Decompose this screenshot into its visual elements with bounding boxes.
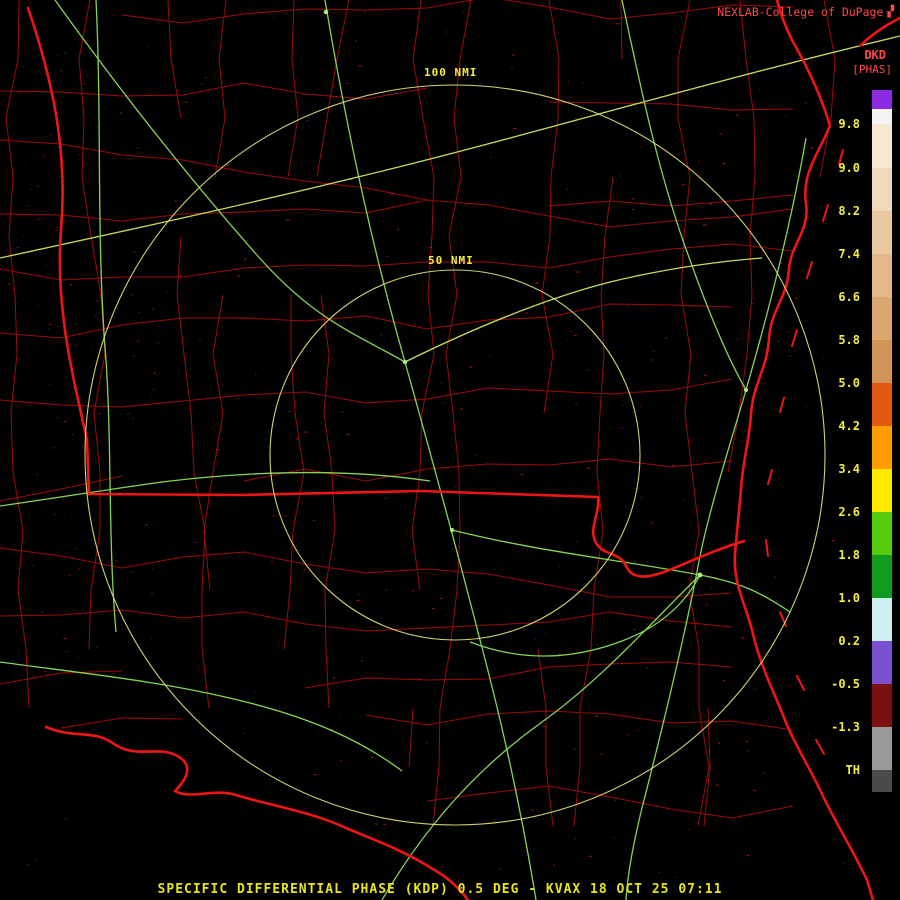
colorbar-band-1.8-1.0 [872, 555, 892, 599]
product-tag: [PHAS] [852, 63, 892, 76]
colorbar-band-top-white [872, 109, 892, 125]
colorbar-band-5.0-4.2 [872, 382, 892, 426]
colorbar-label: 1.8 [838, 548, 860, 563]
colorbar-label: 5.0 [838, 375, 860, 390]
colorbar-band-7.4-6.6 [872, 253, 892, 297]
colorbar-band--0.5--1.3 [872, 684, 892, 728]
nexlab-brand: NEXLAB-College of DuPage ▞ [717, 5, 894, 19]
coastline-gulf [44, 725, 470, 900]
highway-ne [621, 0, 747, 391]
range-ring-label-100nmi: 100 NMI [424, 66, 478, 79]
coastline-corner [858, 16, 900, 48]
highway-west [0, 471, 431, 507]
colorbar-band-9.8-9.0 [872, 124, 892, 168]
cod-logo-icon: ▞ [887, 5, 894, 18]
colorbar-label: -1.3 [831, 720, 860, 735]
highway-bottom-diagonal [381, 574, 701, 900]
county-boundaries [0, 0, 836, 827]
border-al-ga [26, 6, 91, 496]
colorbar-label: 8.2 [838, 203, 860, 218]
city-dot [744, 388, 748, 392]
city-dot [323, 9, 329, 15]
colorbar-band-8.2-7.4 [872, 210, 892, 254]
colorbar-band-9.0-8.2 [872, 167, 892, 211]
range-ring-100nmi [84, 84, 826, 826]
colorbar-label: 7.4 [838, 246, 860, 261]
colorbar-label: -0.5 [831, 677, 860, 692]
colorbar-band-5.8-5.0 [872, 339, 892, 383]
highway-i75 [324, 0, 537, 900]
product-caption: SPECIFIC DIFFERENTIAL PHASE (KDP) 0.5 DE… [157, 882, 723, 897]
product-code: DKD [864, 48, 886, 62]
highway-lines [0, 0, 900, 900]
colorbar-label: 1.0 [838, 591, 860, 606]
state-borders [26, 0, 900, 900]
highway-bottom-left [0, 661, 403, 772]
highway-i95 [625, 137, 807, 900]
colorbar-label: 6.6 [838, 289, 860, 304]
colorbar-label: 9.8 [838, 117, 860, 132]
colorbar-strip [872, 90, 892, 792]
brand-text: NEXLAB-College of DuPage [717, 5, 884, 19]
colorbar-band-top-purple [872, 90, 892, 110]
colorbar-band-0.2--0.5 [872, 641, 892, 685]
colorbar-band-6.6-5.8 [872, 296, 892, 340]
colorbar-band-below-TH [872, 770, 892, 792]
colorbar-label: 4.2 [838, 418, 860, 433]
colorbar-threshold-label: TH [845, 763, 860, 778]
colorbar-label: 9.0 [838, 160, 860, 175]
colorbar-band-1.0-0.2 [872, 598, 892, 642]
colorbar-label: 2.6 [838, 505, 860, 520]
city-dot [450, 528, 454, 532]
colorbar-band--1.3-TH [872, 727, 892, 771]
colorbar-band-2.6-1.8 [872, 512, 892, 556]
colorbar-label: 5.8 [838, 332, 860, 347]
clutter-specks-bright [8, 11, 835, 886]
radar-display: 100 NMI 50 NMI NEXLAB-College of DuPage … [0, 0, 900, 900]
city-dot [697, 572, 703, 578]
colorbar-label: 3.4 [838, 461, 860, 476]
radar-map [0, 0, 900, 900]
city-dot [402, 359, 408, 365]
colorbar-label: 0.2 [838, 634, 860, 649]
range-rings [84, 84, 826, 826]
colorbar-band-3.4-2.6 [872, 468, 892, 512]
county-grid [0, 0, 836, 827]
highway-nw [54, 0, 406, 363]
colorbar-band-4.2-3.4 [872, 425, 892, 469]
range-ring-label-50nmi: 50 NMI [428, 254, 474, 267]
barrier-islands [765, 149, 844, 755]
